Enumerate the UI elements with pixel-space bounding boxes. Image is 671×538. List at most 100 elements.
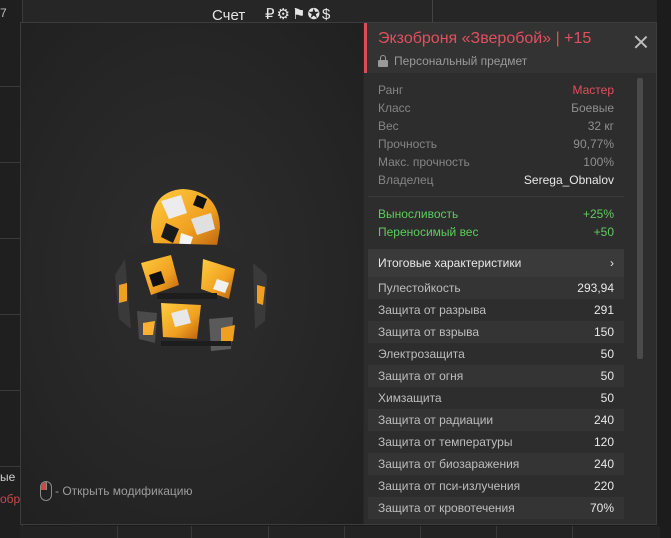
stat-row: Защита от разрыва 291 — [368, 299, 624, 321]
item-info-panel: Экзоброня «Зверобой» | +15 Персональный … — [364, 23, 656, 524]
stat-row: Химзащита 50 — [368, 387, 624, 409]
stat-value: 50 — [600, 347, 614, 361]
item-3d-viewer[interactable] — [21, 23, 363, 524]
stat-row: Электрозащита 50 — [368, 343, 624, 365]
top-bar-icons[interactable]: ₽⚙⚑✪$ — [265, 5, 332, 23]
stat-value: 293,94 — [577, 281, 614, 295]
stat-value: 150 — [593, 325, 614, 339]
divider — [0, 314, 22, 315]
gear-icon[interactable]: ⚙ — [277, 6, 292, 23]
armor-model-image — [115, 189, 267, 365]
divider — [0, 390, 22, 391]
dollar-icon[interactable]: $ — [322, 6, 332, 23]
item-header: Экзоброня «Зверобой» | +15 Персональный … — [364, 23, 656, 73]
stat-key: Электрозащита — [378, 347, 465, 361]
property-value: 90,77% — [573, 137, 614, 151]
bonuses-section: Выносливость +25% Переносимый вес +50 — [368, 197, 624, 247]
stat-row: Защита от радиации 240 — [368, 409, 624, 431]
bonus-key: Переносимый вес — [378, 225, 479, 239]
stat-key: Защита от температуры — [378, 435, 513, 449]
stat-value: 240 — [593, 413, 614, 427]
divider — [0, 466, 22, 467]
owner-value: Serega_Obnalov — [523, 173, 614, 187]
stat-value: 120 — [593, 435, 614, 449]
summary-label: Итоговые характеристики — [378, 256, 522, 270]
stat-key: Защита от кровотечения — [378, 501, 515, 515]
stat-value: 291 — [593, 303, 614, 317]
background-text: ые — [0, 470, 16, 484]
stat-row: Защита от огня 50 — [368, 365, 624, 387]
ruble-icon[interactable]: ₽ — [265, 6, 277, 23]
stat-row: Защита от биозаражения 240 — [368, 453, 624, 475]
inventory-bottom-row — [20, 526, 660, 538]
property-key: Прочность — [378, 137, 438, 151]
stat-row: Пулестойкость 293,94 — [368, 277, 624, 299]
flag-icon[interactable]: ⚑ — [292, 6, 307, 23]
divider — [268, 526, 269, 538]
divider — [0, 86, 22, 87]
bonus-value: +50 — [593, 225, 614, 239]
hint-text: - Открыть модификацию — [55, 484, 193, 498]
personal-item-label: Персональный предмет — [394, 54, 528, 68]
divider — [432, 0, 433, 22]
stat-row: Защита от температуры 120 — [368, 431, 624, 453]
stat-row: Защита от пси-излучения 220 — [368, 475, 624, 497]
item-details-scroll[interactable]: Ранг Мастер Класс Боевые Вес 32 кг Прочност… — [368, 76, 624, 524]
scrollbar[interactable] — [637, 78, 643, 359]
property-row: Макс. прочность 100% — [368, 153, 624, 171]
item-title: Экзоброня «Зверобой» | +15 — [378, 30, 592, 47]
right-edge — [657, 0, 671, 538]
stat-value: 240 — [593, 457, 614, 471]
property-key: Класс — [378, 101, 411, 115]
divider — [572, 526, 573, 538]
stat-value: 70% — [589, 501, 614, 515]
divider — [496, 526, 497, 538]
property-row: Прочность 90,77% — [368, 135, 624, 153]
settings-icon[interactable]: ✪ — [307, 6, 322, 23]
stat-row: Защита от взрыва 150 — [368, 321, 624, 343]
stat-key: Защита от огня — [378, 369, 464, 383]
stat-key: Пулестойкость — [378, 281, 461, 295]
stat-key: Химзащита — [378, 391, 442, 405]
bonus-value: +25% — [582, 207, 614, 221]
divider — [191, 526, 192, 538]
divider — [0, 238, 22, 239]
close-icon[interactable] — [634, 35, 648, 49]
stat-value: 220 — [593, 479, 614, 493]
property-key: Владелец — [378, 173, 434, 187]
bonus-key: Выносливость — [378, 207, 459, 221]
property-row: Вес 32 кг — [368, 117, 624, 135]
property-value: Мастер — [572, 83, 614, 97]
open-modification-hint: - Открыть модификацию — [40, 481, 193, 501]
mouse-left-click-icon — [40, 481, 52, 501]
stat-value: 50 — [600, 391, 614, 405]
divider — [0, 162, 22, 163]
bonus-row: Переносимый вес +50 — [368, 223, 624, 241]
stats-list: Пулестойкость 293,94 Защита от разрыва 291… — [368, 277, 624, 519]
stat-key: Защита от пси-излучения — [378, 479, 521, 493]
summary-stats-toggle[interactable]: Итоговые характеристики › — [368, 249, 624, 277]
property-key: Ранг — [378, 83, 404, 97]
stat-key: Защита от разрыва — [378, 303, 487, 317]
divider — [344, 526, 345, 538]
divider — [420, 526, 421, 538]
stat-row: Защита от кровотечения 70% — [368, 497, 624, 519]
property-row: Класс Боевые — [368, 99, 624, 117]
bonus-row: Выносливость +25% — [368, 205, 624, 223]
property-value: 32 кг — [587, 119, 614, 133]
property-row: Владелец Serega_Obnalov — [368, 171, 624, 189]
background-text: обр — [0, 492, 21, 506]
background-text: 7 — [0, 6, 7, 20]
property-key: Вес — [378, 119, 399, 133]
property-key: Макс. прочность — [378, 155, 470, 169]
properties-section: Ранг Мастер Класс Боевые Вес 32 кг Прочност… — [368, 76, 624, 197]
lock-icon — [378, 55, 388, 67]
item-subtitle: Персональный предмет — [378, 54, 527, 68]
stat-key: Защита от радиации — [378, 413, 494, 427]
divider — [117, 526, 118, 538]
accent-bar — [364, 23, 367, 73]
property-value: 100% — [583, 155, 614, 169]
stat-key: Защита от биозаражения — [378, 457, 520, 471]
stat-value: 50 — [600, 369, 614, 383]
property-value: Боевые — [571, 101, 614, 115]
